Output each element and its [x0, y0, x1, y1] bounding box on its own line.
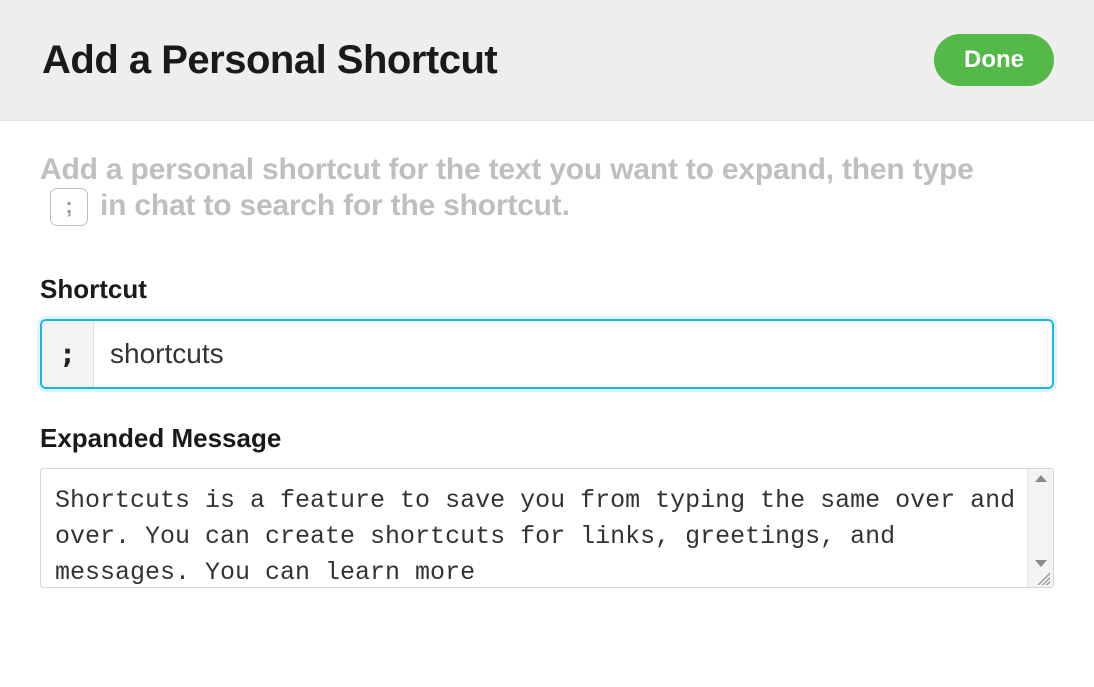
shortcut-section: Shortcut ; — [40, 274, 1054, 389]
resize-grip-icon[interactable] — [1036, 571, 1050, 585]
done-button[interactable]: Done — [934, 34, 1054, 86]
expanded-label: Expanded Message — [40, 423, 1054, 454]
dialog-body: Add a personal shortcut for the text you… — [0, 121, 1094, 588]
dialog-header: Add a Personal Shortcut Done — [0, 0, 1094, 121]
shortcut-input[interactable] — [94, 321, 1052, 387]
shortcut-label: Shortcut — [40, 274, 1054, 305]
dialog-title: Add a Personal Shortcut — [42, 38, 497, 83]
shortcut-field[interactable]: ; — [40, 319, 1054, 389]
scroll-down-icon[interactable] — [1035, 560, 1047, 567]
expanded-section: Expanded Message — [40, 423, 1054, 588]
scrollbar[interactable] — [1027, 469, 1053, 587]
trigger-key-badge: ; — [50, 188, 88, 226]
instructions-line2: in chat to search for the shortcut. — [100, 189, 570, 224]
instructions-text: Add a personal shortcut for the text you… — [40, 153, 1054, 226]
shortcut-prefix: ; — [42, 321, 94, 387]
expanded-field — [40, 468, 1054, 588]
scroll-up-icon[interactable] — [1035, 475, 1047, 482]
expanded-textarea[interactable] — [41, 469, 1027, 587]
instructions-line1: Add a personal shortcut for the text you… — [40, 153, 1054, 188]
